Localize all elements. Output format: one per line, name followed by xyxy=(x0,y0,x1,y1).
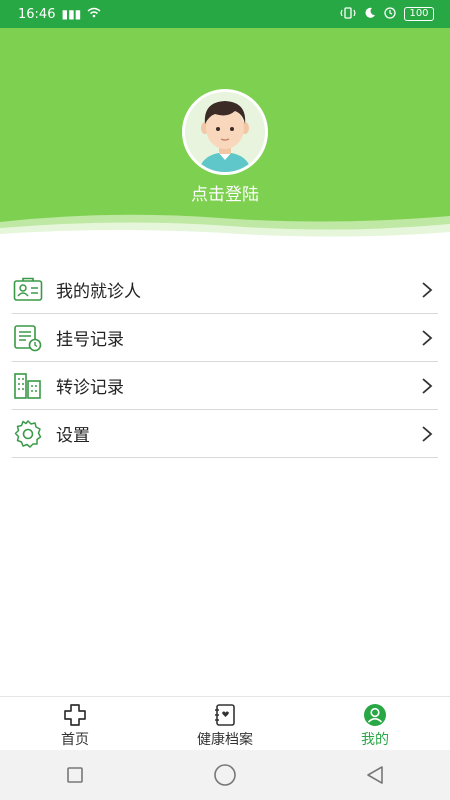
login-prompt[interactable]: 点击登陆 xyxy=(0,180,450,205)
registration-record-icon xyxy=(12,322,44,354)
status-time: 16:46 xyxy=(18,6,56,22)
home-button[interactable] xyxy=(210,760,240,790)
wifi-icon xyxy=(87,7,101,21)
tab-health-records[interactable]: 健康档案 xyxy=(150,697,300,751)
menu-label: 我的就诊人 xyxy=(56,282,141,302)
menu-item-my-patients[interactable]: 我的就诊人 xyxy=(12,266,438,314)
menu-label: 设置 xyxy=(56,426,90,446)
signal-icon: ▮▮▮ xyxy=(61,7,82,21)
moon-icon xyxy=(364,7,376,22)
menu-item-registration-records[interactable]: 挂号记录 xyxy=(12,314,438,362)
profile-header: 点击登陆 xyxy=(0,28,450,243)
recent-apps-button[interactable] xyxy=(60,760,90,790)
menu-item-referral-records[interactable]: 转诊记录 xyxy=(12,362,438,410)
battery-indicator: 100 xyxy=(404,7,434,21)
header-wave xyxy=(0,214,450,243)
square-icon xyxy=(67,767,83,783)
chevron-right-icon xyxy=(422,378,433,394)
alarm-icon xyxy=(384,6,396,22)
referral-building-icon xyxy=(12,370,44,402)
back-triangle-icon xyxy=(367,766,383,784)
status-right: 100 xyxy=(340,6,434,22)
circle-icon xyxy=(214,764,236,786)
avatar[interactable] xyxy=(182,89,268,175)
tab-home[interactable]: 首页 xyxy=(0,697,150,751)
tab-label: 首页 xyxy=(61,732,89,748)
tab-label: 我的 xyxy=(361,732,389,748)
avatar-icon xyxy=(185,92,265,172)
status-bar: 16:46 ▮▮▮ 100 xyxy=(0,0,450,28)
profile-menu: 我的就诊人 挂号记录 转诊记录 设置 xyxy=(12,266,438,458)
menu-label: 挂号记录 xyxy=(56,330,124,350)
status-left: 16:46 ▮▮▮ xyxy=(18,7,101,22)
back-button[interactable] xyxy=(360,760,390,790)
chevron-right-icon xyxy=(422,330,433,346)
chevron-right-icon xyxy=(422,426,433,442)
user-profile-icon xyxy=(364,704,386,726)
menu-label: 转诊记录 xyxy=(56,378,124,398)
settings-gear-icon xyxy=(12,418,44,450)
patient-card-icon xyxy=(12,274,44,306)
tab-label: 健康档案 xyxy=(197,732,253,748)
menu-item-settings[interactable]: 设置 xyxy=(12,410,438,458)
tab-mine[interactable]: 我的 xyxy=(300,697,450,751)
chevron-right-icon xyxy=(422,282,433,298)
bottom-tab-bar: 首页 健康档案 我的 xyxy=(0,696,450,751)
vibrate-icon xyxy=(340,6,356,22)
system-navigation-bar xyxy=(0,750,450,800)
health-record-icon xyxy=(215,704,235,726)
home-cross-icon xyxy=(64,704,86,726)
